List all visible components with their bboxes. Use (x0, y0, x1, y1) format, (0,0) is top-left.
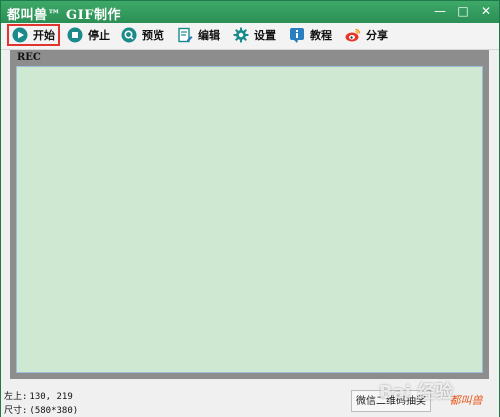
app-window: 都叫兽™ GIF制作 — □ ✕ 开始 停止 预览 编辑 设置 教程 分享 RE… (0, 0, 500, 417)
stop-button[interactable]: 停止 (67, 24, 110, 46)
maximize-button[interactable]: □ (452, 1, 474, 21)
watermark: Bai 经验 (379, 382, 454, 403)
edit-icon (177, 27, 193, 43)
edit-button[interactable]: 编辑 (177, 24, 220, 46)
capture-area[interactable] (16, 66, 483, 373)
recording-frame[interactable]: REC (10, 50, 489, 379)
stop-label: 停止 (88, 29, 110, 42)
gear-icon (233, 27, 249, 43)
settings-label: 设置 (254, 29, 276, 42)
preview-icon (121, 27, 137, 43)
preview-button[interactable]: 预览 (121, 24, 164, 46)
toolbar: 开始 停止 预览 编辑 设置 教程 分享 (1, 23, 499, 50)
rec-label: REC (17, 52, 41, 63)
close-button[interactable]: ✕ (475, 1, 497, 21)
share-label: 分享 (366, 29, 388, 42)
position-label: 左上: (4, 392, 28, 402)
size-label: 尺寸: (4, 406, 28, 416)
size-readout: 尺寸: (580*380) (4, 403, 78, 416)
settings-button[interactable]: 设置 (233, 24, 276, 46)
minimize-button[interactable]: — (429, 1, 451, 21)
start-button[interactable]: 开始 (7, 24, 60, 46)
position-value: 130, 219 (29, 392, 73, 402)
edit-label: 编辑 (198, 29, 220, 42)
start-label: 开始 (33, 29, 55, 42)
info-icon (289, 27, 305, 43)
weibo-icon (345, 27, 361, 43)
stop-icon (67, 27, 83, 43)
position-readout: 左上: 130, 219 (4, 389, 73, 402)
preview-label: 预览 (142, 29, 164, 42)
window-title: 都叫兽™ GIF制作 (7, 8, 121, 23)
share-button[interactable]: 分享 (345, 24, 388, 46)
title-bar[interactable]: 都叫兽™ GIF制作 — □ ✕ (1, 1, 499, 23)
tutorial-button[interactable]: 教程 (289, 24, 332, 46)
size-value: (580*380) (29, 406, 79, 416)
window-controls: — □ ✕ (428, 1, 497, 21)
tutorial-label: 教程 (310, 29, 332, 42)
play-icon (12, 27, 28, 43)
